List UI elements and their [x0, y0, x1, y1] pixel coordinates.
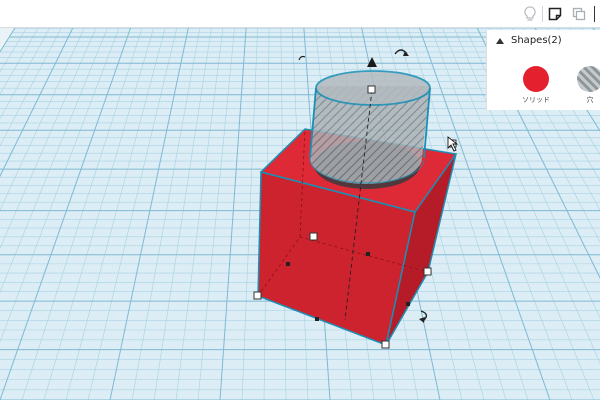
- handle-dot-3[interactable]: [315, 317, 319, 321]
- handle-dot-1[interactable]: [286, 262, 290, 266]
- handle-right-corner[interactable]: [423, 267, 432, 276]
- handle-left-corner[interactable]: [253, 291, 262, 300]
- inspector-header: Shapes(2): [487, 30, 600, 52]
- shape-inspector-panel: Shapes(2) ソリッド 穴: [486, 30, 600, 110]
- inspector-title: Shapes(2): [511, 35, 562, 46]
- handle-dot-2[interactable]: [366, 252, 370, 256]
- handle-left-mid[interactable]: [309, 232, 318, 241]
- hole-color-swatch[interactable]: [577, 66, 600, 92]
- lightbulb-icon[interactable]: [520, 4, 540, 24]
- triangle-up-icon[interactable]: [493, 34, 507, 48]
- top-toolbar: [0, 0, 600, 28]
- solid-color-swatch[interactable]: [523, 66, 549, 92]
- toolbar-separator: [542, 6, 543, 22]
- toolbar-separator-end: [594, 6, 595, 22]
- solid-label: ソリッド: [522, 96, 550, 104]
- copy-icon[interactable]: [569, 4, 589, 24]
- hole-label: 穴: [586, 96, 594, 104]
- handle-dot-4[interactable]: [406, 302, 410, 306]
- handle-top-cylinder[interactable]: [367, 85, 376, 94]
- handle-bottom-corner[interactable]: [381, 340, 390, 349]
- note-icon[interactable]: [545, 4, 565, 24]
